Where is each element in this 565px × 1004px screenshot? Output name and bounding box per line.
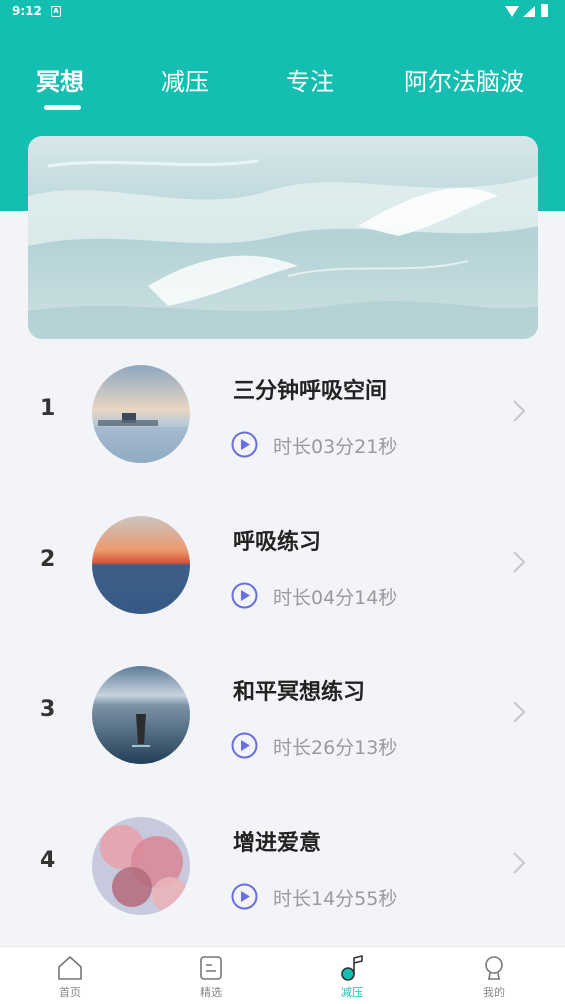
item-title: 呼吸练习	[233, 530, 322, 555]
status-time: 9:12	[12, 4, 42, 18]
status-icons	[505, 4, 551, 18]
notification-icon: A	[51, 6, 61, 17]
nav-profile-label: 我的	[483, 986, 505, 999]
tab-alpha-waves[interactable]: 阿尔法脑波	[404, 60, 524, 104]
category-tabs: 冥想 减压 专注 阿尔法脑波	[0, 60, 565, 110]
item-duration: 时长14分55秒	[273, 888, 398, 910]
list-item[interactable]: 1 三分钟呼吸空间 时长03分21秒	[0, 338, 565, 488]
play-icon[interactable]	[231, 431, 258, 458]
item-title: 增进爱意	[233, 831, 322, 856]
chevron-right-icon[interactable]	[511, 699, 527, 725]
banner-image[interactable]	[28, 136, 538, 339]
item-thumbnail	[92, 516, 190, 614]
item-duration: 时长26分13秒	[273, 737, 398, 759]
list-item[interactable]: 4 增进爱意 时长14分55秒	[0, 790, 565, 940]
wifi-icon	[505, 6, 519, 17]
item-rank: 2	[40, 547, 56, 572]
item-rank: 1	[40, 396, 56, 421]
status-bar: 9:12 A	[0, 0, 565, 24]
item-rank: 4	[40, 848, 56, 873]
battery-icon	[541, 4, 548, 17]
item-duration: 时长04分14秒	[273, 587, 398, 609]
item-thumbnail	[92, 817, 190, 915]
list-item[interactable]: 3 和平冥想练习 时长26分13秒	[0, 639, 565, 789]
nav-featured[interactable]: 精选	[171, 947, 251, 1004]
item-duration: 时长03分21秒	[273, 436, 398, 458]
nav-profile[interactable]: 我的	[454, 947, 534, 1004]
signal-icon	[523, 6, 535, 17]
tab-meditation[interactable]: 冥想	[36, 60, 84, 104]
item-rank: 3	[40, 697, 56, 722]
list-icon	[200, 956, 222, 980]
tab-stress-relief[interactable]: 减压	[161, 60, 209, 104]
nav-home-label: 首页	[59, 986, 81, 999]
chevron-right-icon[interactable]	[511, 850, 527, 876]
play-icon[interactable]	[231, 883, 258, 910]
play-icon[interactable]	[231, 732, 258, 759]
active-tab-indicator	[44, 105, 81, 110]
chevron-right-icon[interactable]	[511, 549, 527, 575]
nav-stress-relief-label: 减压	[341, 986, 363, 999]
home-icon	[58, 956, 82, 980]
list-item[interactable]: 2 呼吸练习 时长04分14秒	[0, 489, 565, 639]
item-thumbnail	[92, 666, 190, 764]
bottom-navigation: 首页 精选 减压 我的	[0, 946, 565, 1004]
play-icon[interactable]	[231, 582, 258, 609]
nav-featured-label: 精选	[200, 986, 222, 999]
chevron-right-icon[interactable]	[511, 398, 527, 424]
nav-home[interactable]: 首页	[30, 947, 110, 1004]
tab-focus[interactable]: 专注	[286, 60, 334, 104]
nav-stress-relief[interactable]: 减压	[312, 947, 392, 1004]
item-title: 三分钟呼吸空间	[233, 379, 388, 404]
music-note-icon	[341, 955, 363, 981]
item-thumbnail	[92, 365, 190, 463]
item-title: 和平冥想练习	[233, 680, 366, 705]
profile-icon	[485, 956, 503, 980]
